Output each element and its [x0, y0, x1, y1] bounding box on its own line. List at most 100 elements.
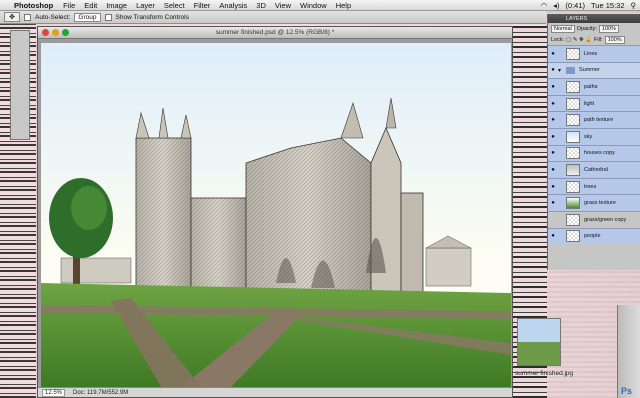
layer-row[interactable]: ● Cathedral [548, 161, 640, 178]
layers-panel-tab[interactable]: LAYERS [548, 14, 640, 23]
row-houses [60, 257, 132, 284]
visibility-eye-icon[interactable]: ● [548, 200, 558, 206]
lock-icons[interactable]: ▢ ✎ ✥ 🔒 [566, 37, 592, 43]
visibility-eye-icon[interactable]: ● [548, 150, 558, 156]
auto-select-dropdown[interactable]: Group [74, 12, 101, 22]
blend-mode-dropdown[interactable]: Normal [551, 24, 575, 33]
clock[interactable]: Tue 15:32 [591, 1, 625, 10]
layer-thumbnail [566, 97, 580, 110]
status-bar: 12.5% Doc: 119.7M/552.9M [38, 387, 512, 397]
layer-name: grass/green copy [584, 216, 627, 223]
visibility-eye-icon[interactable]: ● [548, 101, 558, 107]
lock-label: Lock: [551, 36, 565, 43]
volume-icon[interactable]: ◂) [553, 1, 559, 10]
visibility-eye-icon[interactable]: ● [548, 67, 558, 73]
visibility-eye-icon[interactable]: ● [548, 184, 558, 190]
minimize-button[interactable] [52, 29, 59, 36]
menubar: Photoshop File Edit Image Layer Select F… [0, 0, 640, 11]
photoshop-dock-icon[interactable]: Ps [621, 386, 632, 396]
layer-thumbnail [566, 230, 580, 243]
layer-name: grass texture [584, 200, 616, 207]
layer-row[interactable]: ● paths [548, 78, 640, 95]
menu-window[interactable]: Window [300, 1, 327, 10]
layer-name: people [584, 233, 601, 240]
file-thumbnail[interactable] [517, 318, 561, 366]
opacity-label: Opacity: [576, 25, 597, 32]
transform-controls-label: Show Transform Controls [115, 13, 189, 21]
move-tool-icon[interactable]: ✥ [4, 12, 20, 22]
menu-help[interactable]: Help [336, 1, 351, 10]
transform-controls-checkbox[interactable] [104, 13, 112, 21]
visibility-eye-icon[interactable]: ● [548, 117, 558, 123]
layer-row[interactable]: ● path texture [548, 111, 640, 128]
menu-view[interactable]: View [275, 1, 291, 10]
layer-thumbnail [566, 47, 580, 60]
group-expand-icon[interactable]: ▾ [558, 67, 566, 74]
layer-thumbnail [566, 147, 580, 160]
tools-panel[interactable] [10, 30, 30, 140]
fill-field[interactable]: 100% [604, 35, 625, 44]
layer-name: sky [584, 133, 593, 140]
layer-thumbnail [566, 130, 580, 143]
visibility-eye-icon[interactable]: ● [548, 51, 558, 57]
house-right [425, 247, 472, 287]
app-menu[interactable]: Photoshop [14, 1, 53, 10]
layer-thumbnail [566, 197, 580, 210]
layer-row[interactable]: ● trees [548, 177, 640, 195]
battery-status[interactable]: (0:41) [565, 1, 585, 10]
layer-name: Summer [579, 67, 600, 74]
layer-row[interactable]: ● people [548, 227, 640, 245]
layer-row[interactable]: ● Lines [548, 45, 640, 62]
layer-name: path texture [584, 117, 614, 124]
visibility-eye-icon[interactable]: ● [548, 233, 558, 239]
dock-side: Ps [617, 305, 640, 398]
file-label[interactable]: summer finished.jpg [515, 370, 575, 378]
menu-layer[interactable]: Layer [136, 1, 155, 10]
layer-thumbnail [566, 180, 580, 193]
layer-row[interactable]: ● ▾ Summer [548, 61, 640, 79]
layer-thumbnail [566, 114, 580, 127]
layer-thumbnail [566, 163, 580, 176]
menu-file[interactable]: File [63, 1, 75, 10]
layer-row[interactable]: ● grass texture [548, 194, 640, 211]
menu-image[interactable]: Image [106, 1, 127, 10]
opacity-field[interactable]: 100% [598, 24, 619, 33]
layer-name: light [584, 100, 595, 107]
visibility-eye-icon[interactable]: ● [548, 134, 558, 140]
options-bar: ✥ Auto-Select: Group Show Transform Cont… [0, 11, 546, 24]
layer-row[interactable]: ● houses copy [548, 144, 640, 162]
menu-analysis[interactable]: Analysis [219, 1, 247, 10]
layer-row[interactable]: grass/green copy [548, 210, 640, 228]
fill-label: Fill: [594, 36, 603, 43]
menu-select[interactable]: Select [164, 1, 185, 10]
menu-filter[interactable]: Filter [194, 1, 211, 10]
auto-select-label: Auto-Select: [35, 13, 71, 21]
layers-panel: LAYERS Normal Opacity: 100% Lock: ▢ ✎ ✥ … [547, 14, 640, 270]
spotlight-icon[interactable]: ⚲ [631, 1, 637, 10]
layer-name: paths [584, 83, 598, 90]
zoom-button[interactable] [62, 29, 69, 36]
layer-name: Lines [584, 50, 598, 57]
close-button[interactable] [42, 29, 49, 36]
visibility-eye-icon[interactable]: ● [548, 84, 558, 90]
menu-edit[interactable]: Edit [84, 1, 97, 10]
visibility-eye-icon[interactable]: ● [548, 167, 558, 173]
folder-icon [566, 66, 575, 74]
document-window: summer finished.psd @ 12.5% (RGB/8) * 12… [37, 26, 513, 398]
auto-select-checkbox[interactable] [24, 13, 31, 21]
layer-name: trees [584, 183, 597, 190]
layer-name: houses copy [584, 150, 615, 157]
layer-row[interactable]: ● light [548, 94, 640, 112]
document-canvas[interactable] [41, 43, 511, 387]
document-titlebar[interactable]: summer finished.psd @ 12.5% (RGB/8) * [38, 27, 512, 39]
menu-3d[interactable]: 3D [256, 1, 266, 10]
zoom-field[interactable]: 12.5% [42, 388, 66, 397]
document-title: summer finished.psd @ 12.5% (RGB/8) * [215, 29, 335, 36]
wifi-icon[interactable]: ◠ [541, 1, 548, 10]
artwork [41, 43, 511, 387]
layer-name: Cathedral [584, 166, 608, 173]
layer-thumbnail [566, 213, 580, 226]
layer-list: ● Lines ● ▾ Summer ● paths ● light ● path texture ●… [548, 45, 640, 245]
layer-row[interactable]: ● sky [548, 127, 640, 145]
doc-size[interactable]: Doc: 119.7M/552.9M [73, 390, 128, 396]
